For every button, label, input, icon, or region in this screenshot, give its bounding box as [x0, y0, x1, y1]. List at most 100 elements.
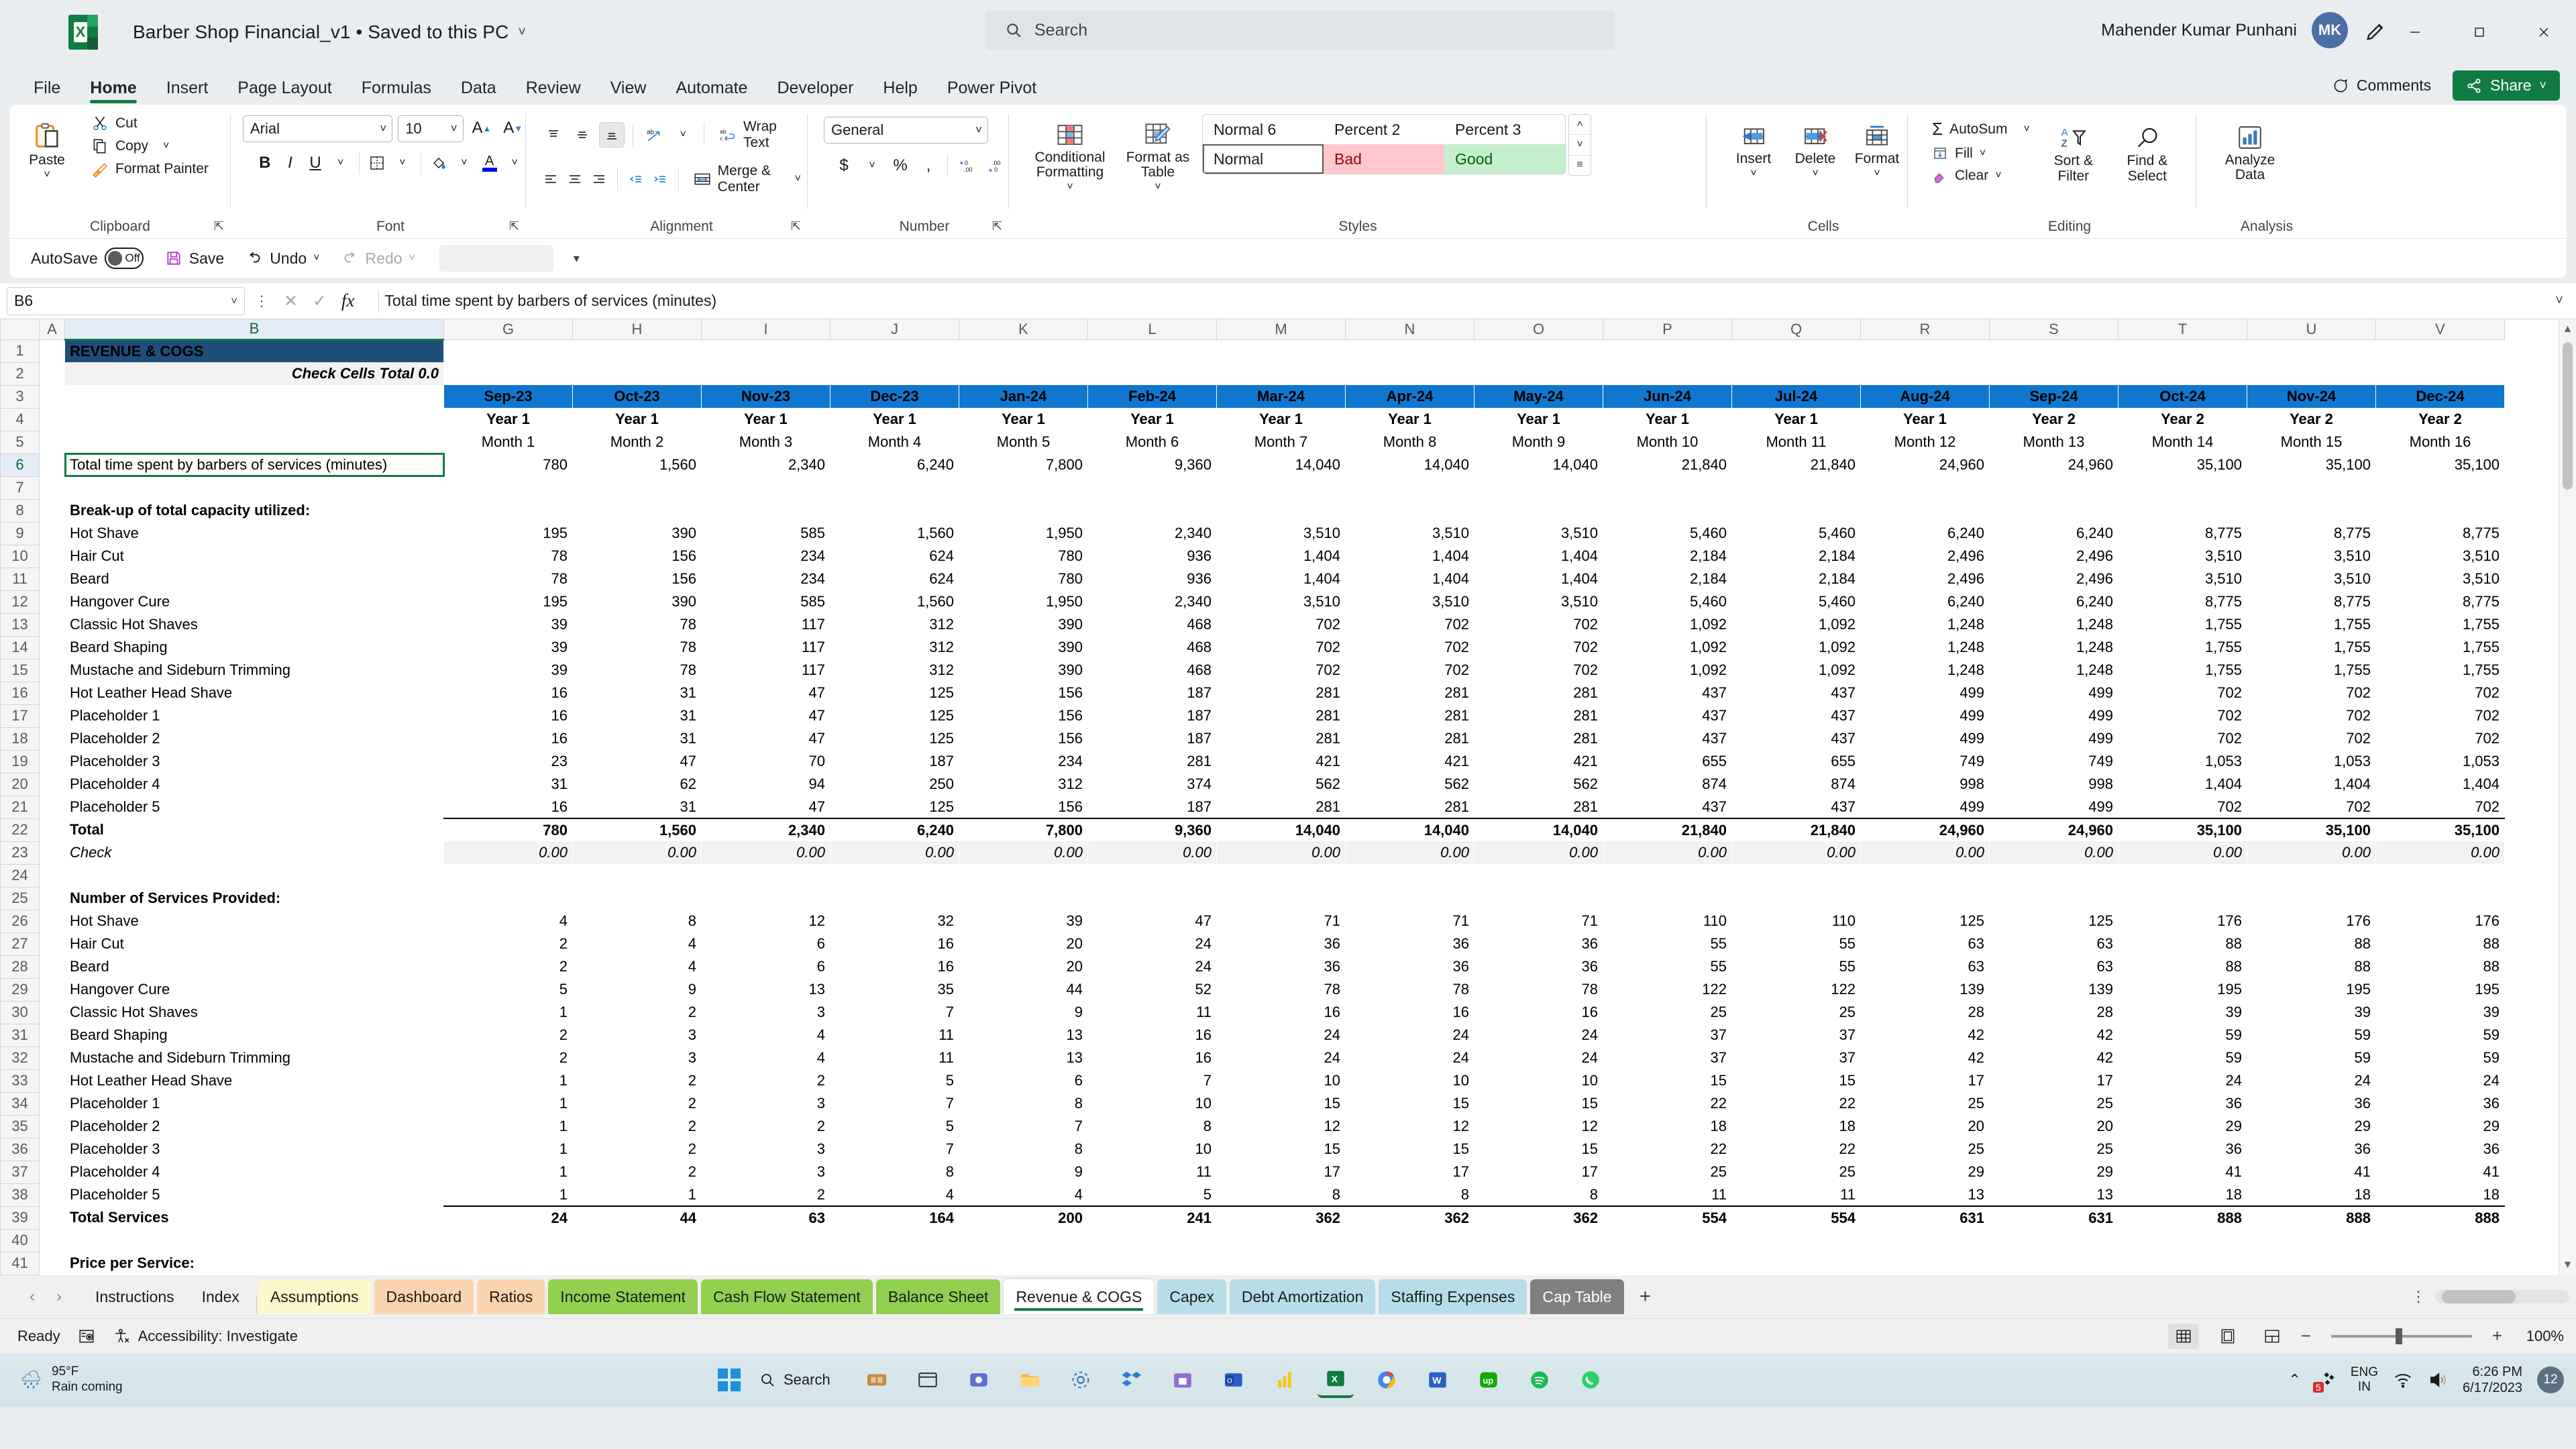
data-cell[interactable]: 42 — [1990, 1024, 2118, 1046]
cell-empty[interactable] — [40, 910, 65, 932]
header-year[interactable]: Year 1 — [1474, 408, 1603, 431]
data-cell[interactable]: 0.00 — [573, 841, 702, 864]
scroll-down-icon[interactable]: ˅ — [1569, 135, 1591, 155]
data-cell[interactable]: 3,510 — [1346, 590, 1474, 613]
data-cell[interactable]: 63 — [1990, 955, 2118, 978]
ribbon-tab-formulas[interactable]: Formulas — [347, 78, 446, 105]
data-cell[interactable]: 47 — [702, 704, 830, 727]
cell-empty[interactable] — [2118, 887, 2247, 910]
row-header-12[interactable]: 12 — [1, 590, 40, 613]
data-cell[interactable]: 499 — [1990, 682, 2118, 704]
cell-empty[interactable] — [40, 978, 65, 1001]
cell-empty[interactable] — [40, 1092, 65, 1115]
data-cell[interactable]: 3 — [573, 1024, 702, 1046]
data-cell[interactable]: 59 — [2247, 1046, 2376, 1069]
data-cell[interactable]: 22 — [1603, 1092, 1732, 1115]
cell-empty[interactable] — [444, 339, 573, 362]
cell-empty[interactable] — [959, 887, 1088, 910]
data-cell[interactable]: 9 — [959, 1001, 1088, 1024]
cell-empty[interactable] — [2118, 339, 2247, 362]
cell-empty[interactable] — [1861, 864, 1990, 887]
chevron-down-icon[interactable]: ˅ — [503, 150, 526, 176]
data-cell[interactable]: 6,240 — [1990, 522, 2118, 545]
data-cell[interactable]: 39 — [959, 910, 1088, 932]
data-cell[interactable]: 437 — [1732, 682, 1861, 704]
cell-empty[interactable] — [702, 1252, 830, 1275]
maximize-button[interactable] — [2447, 0, 2512, 64]
data-cell[interactable]: 88 — [2118, 955, 2247, 978]
data-cell[interactable]: 374 — [1088, 773, 1217, 796]
data-cell[interactable]: 17 — [1990, 1069, 2118, 1092]
cell-empty[interactable] — [702, 887, 830, 910]
data-cell[interactable]: 37 — [1732, 1046, 1861, 1069]
row-header-39[interactable]: 39 — [1, 1206, 40, 1229]
chevron-down-icon[interactable]: ˅ — [1874, 168, 1880, 180]
data-cell[interactable]: 1,404 — [1217, 568, 1346, 590]
cell-empty[interactable] — [1474, 1229, 1603, 1252]
data-cell[interactable]: 1,755 — [2247, 636, 2376, 659]
row-label[interactable]: Break-up of total capacity utilized: — [65, 499, 444, 522]
data-cell[interactable]: 2,496 — [1990, 568, 2118, 590]
data-cell[interactable]: 7,800 — [959, 818, 1088, 841]
table-row[interactable]: 8Break-up of total capacity utilized: — [1, 499, 2505, 522]
cell-empty[interactable] — [1088, 339, 1217, 362]
data-cell[interactable]: 24 — [1088, 932, 1217, 955]
data-cell[interactable]: 70 — [702, 750, 830, 773]
data-cell[interactable]: 15 — [1346, 1092, 1474, 1115]
data-cell[interactable]: 78 — [444, 568, 573, 590]
cell-empty[interactable] — [2118, 476, 2247, 499]
data-cell[interactable]: 874 — [1603, 773, 1732, 796]
data-cell[interactable]: 16 — [1088, 1046, 1217, 1069]
row-label[interactable]: Number of Services Provided: — [65, 887, 444, 910]
add-sheet-button[interactable]: + — [1627, 1285, 1664, 1308]
row-header-15[interactable]: 15 — [1, 659, 40, 682]
data-cell[interactable]: 23 — [444, 750, 573, 773]
data-cell[interactable]: 125 — [830, 682, 959, 704]
header-year[interactable]: Year 2 — [1990, 408, 2118, 431]
cell-empty[interactable] — [40, 818, 65, 841]
data-cell[interactable]: 780 — [959, 568, 1088, 590]
header-month[interactable]: Jul-24 — [1732, 385, 1861, 408]
data-cell[interactable]: 63 — [1861, 955, 1990, 978]
cell-empty[interactable] — [2376, 339, 2505, 362]
data-cell[interactable]: 702 — [1346, 636, 1474, 659]
cell-empty[interactable] — [1732, 887, 1861, 910]
data-cell[interactable]: 499 — [1861, 704, 1990, 727]
data-cell[interactable]: 8 — [1088, 1115, 1217, 1138]
data-cell[interactable]: 2,340 — [702, 818, 830, 841]
data-cell[interactable]: 41 — [2247, 1161, 2376, 1183]
cell-empty[interactable] — [444, 499, 573, 522]
table-row[interactable]: 28Beard24616202436363655556363888888 — [1, 955, 2505, 978]
table-row[interactable]: 26Hot Shave48123239477171711101101251251… — [1, 910, 2505, 932]
header-month[interactable]: Nov-24 — [2247, 385, 2376, 408]
sheet-tab-balance-sheet[interactable]: Balance Sheet — [876, 1279, 1001, 1314]
row-header-6[interactable]: 6 — [1, 453, 40, 476]
tray-expand-icon[interactable]: ⌃ — [2288, 1371, 2300, 1389]
data-cell[interactable]: 88 — [2376, 955, 2505, 978]
data-cell[interactable]: 6 — [702, 932, 830, 955]
data-cell[interactable]: 187 — [1088, 704, 1217, 727]
data-cell[interactable]: 437 — [1603, 704, 1732, 727]
table-row[interactable]: 32Mustache and Sideburn Trimming23411131… — [1, 1046, 2505, 1069]
row-label[interactable]: Price per Service: — [65, 1252, 444, 1275]
data-cell[interactable]: 36 — [2118, 1092, 2247, 1115]
data-cell[interactable]: 24 — [2247, 1069, 2376, 1092]
data-cell[interactable]: 312 — [830, 613, 959, 636]
delete-cells-button[interactable]: Delete ˅ — [1784, 114, 1846, 180]
data-cell[interactable]: 47 — [1088, 910, 1217, 932]
data-cell[interactable]: 1,092 — [1603, 659, 1732, 682]
cell-empty[interactable] — [444, 1229, 573, 1252]
data-cell[interactable]: 18 — [2118, 1183, 2247, 1206]
bold-button[interactable]: B — [254, 150, 276, 176]
style-percent-2[interactable]: Percent 2 — [1324, 115, 1444, 144]
chevron-down-icon[interactable]: ˅ — [451, 122, 458, 136]
data-cell[interactable]: 12 — [702, 910, 830, 932]
sheet-options-icon[interactable]: ⋮ — [2411, 1288, 2426, 1305]
data-cell[interactable]: 47 — [702, 727, 830, 750]
cell-empty[interactable] — [40, 682, 65, 704]
cell-empty[interactable] — [959, 476, 1088, 499]
data-cell[interactable]: 0.00 — [1346, 841, 1474, 864]
data-cell[interactable]: 1,755 — [2247, 613, 2376, 636]
cell-empty[interactable] — [40, 568, 65, 590]
data-cell[interactable]: 7 — [830, 1138, 959, 1161]
